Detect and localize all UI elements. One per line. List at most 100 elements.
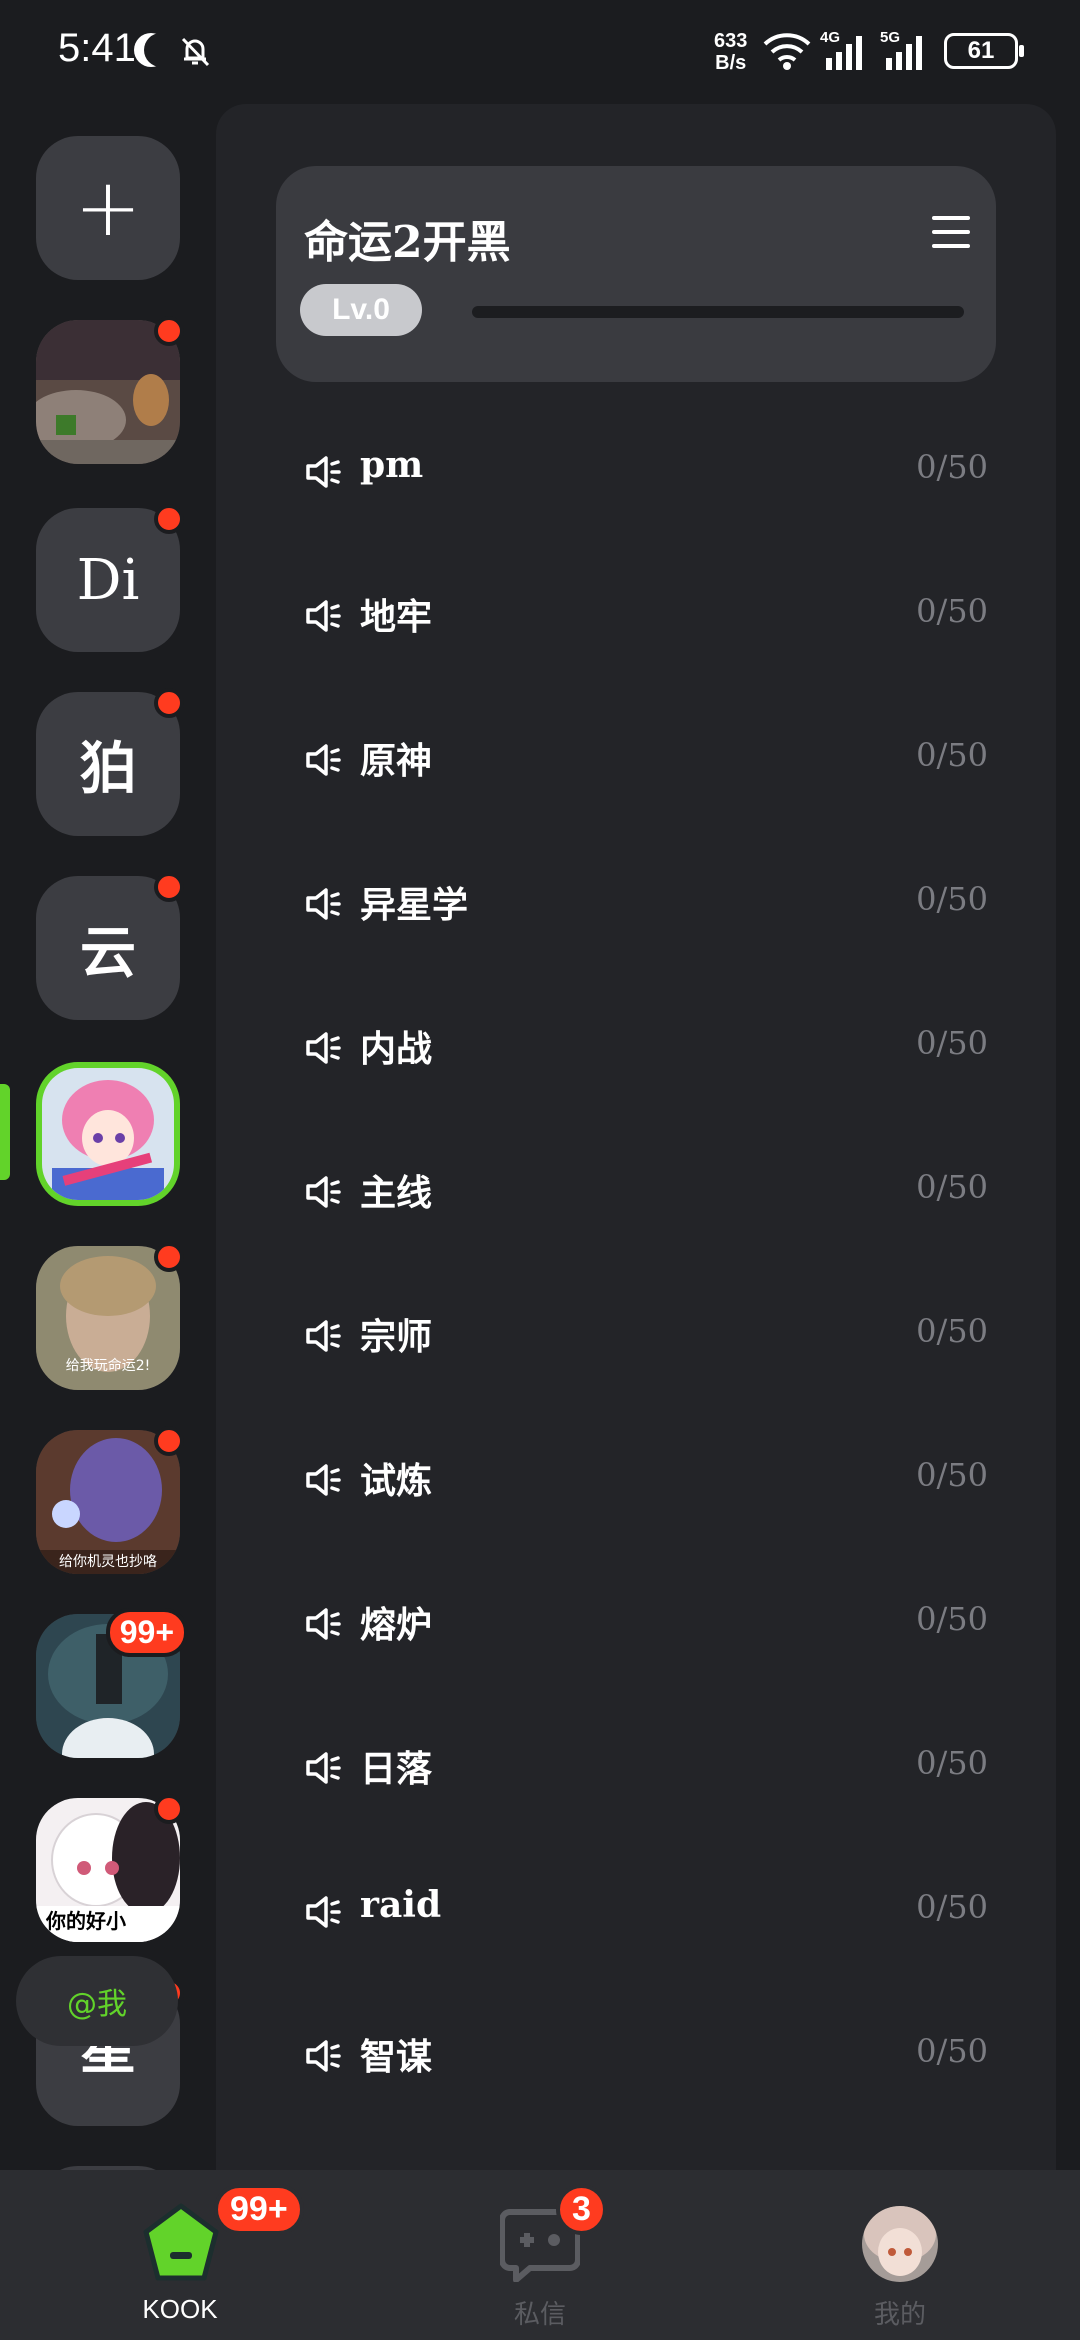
server-icon-anime-meme[interactable]: 你的好小	[36, 1794, 184, 1942]
bottom-nav: 99+ KOOK 3 私信 我的	[0, 2170, 1080, 2340]
channel-name: 智谋	[360, 2036, 433, 2078]
unread-dot	[154, 1242, 184, 1272]
net-4g-label: 4G	[820, 29, 840, 46]
unread-dot	[154, 1794, 184, 1824]
channel-name: 日落	[360, 1748, 433, 1790]
server-icon-game-character[interactable]: 给你机灵也抄咯	[36, 1426, 184, 1574]
net-speed: 633 B/s	[714, 30, 747, 74]
channel-user-count: 0/50	[916, 1024, 988, 1062]
battery-icon: 61	[944, 33, 1024, 69]
server-icon-yun[interactable]: 云	[36, 872, 184, 1020]
user-avatar-icon	[862, 2206, 938, 2282]
speaker-icon	[306, 600, 341, 632]
channel-user-count: 0/50	[916, 1600, 988, 1638]
channel-user-count: 0/50	[916, 1312, 988, 1350]
voice-channel-row[interactable]: 熔炉 0/50	[216, 1580, 1056, 1670]
speaker-icon	[306, 1608, 341, 1640]
nav-kook-label: KOOK	[142, 2294, 218, 2324]
channel-name: 熔炉	[360, 1604, 433, 1646]
net-speed-value: 633	[714, 30, 748, 52]
speaker-icon	[306, 2040, 341, 2072]
status-time: 5:41	[58, 26, 136, 70]
server-caption: 你的好小	[45, 1909, 126, 1933]
unread-dot	[154, 688, 184, 718]
voice-channel-row[interactable]: 日落 0/50	[216, 1724, 1056, 1814]
speaker-icon	[306, 1032, 341, 1064]
status-bar: 5:41 633 B/s 4G 5G 61	[0, 0, 1080, 100]
guild-level-badge: Lv.0	[300, 284, 422, 336]
channel-user-count: 0/50	[916, 880, 988, 918]
speaker-icon	[306, 888, 341, 920]
speaker-icon	[306, 456, 341, 488]
voice-channel-row[interactable]: 地牢 0/50	[216, 572, 1056, 662]
channel-name: pm	[360, 444, 424, 486]
signal-5g-icon: 5G	[880, 29, 922, 70]
server-icon-active[interactable]	[36, 1062, 180, 1206]
unread-dot	[154, 316, 184, 346]
server-icon-ju[interactable]: 狛	[36, 688, 184, 836]
battery-level: 61	[967, 37, 995, 64]
voice-channel-row[interactable]: 内战 0/50	[216, 1004, 1056, 1094]
server-icon-dark-scene[interactable]: 99+	[36, 1608, 188, 1758]
server-label: 狛	[80, 735, 136, 802]
add-server-button[interactable]: +	[36, 136, 180, 280]
channel-name: 试炼	[360, 1460, 433, 1502]
kook-badge: 99+	[214, 2184, 304, 2235]
voice-channel-row[interactable]: 异星学 0/50	[216, 860, 1056, 950]
channel-user-count: 0/50	[916, 448, 988, 486]
bell-muted-icon	[181, 37, 210, 67]
guild-header-card[interactable]: 命运2开黑 Lv.0	[276, 166, 996, 382]
channel-name: 原神	[360, 740, 433, 782]
channel-name: 内战	[360, 1028, 433, 1070]
nav-messages[interactable]: 3 私信	[420, 2170, 660, 2340]
server-label: Di	[76, 547, 140, 613]
channel-user-count: 0/50	[916, 592, 988, 630]
net-speed-unit: B/s	[715, 52, 747, 74]
speaker-icon	[306, 1176, 341, 1208]
unread-count-badge: 99+	[105, 1608, 188, 1657]
server-icon-meme[interactable]: 给我玩命运2!	[36, 1242, 184, 1390]
unread-dot	[154, 872, 184, 902]
moon-icon	[144, 33, 178, 67]
plus-icon: +	[74, 161, 142, 254]
server-label: 云	[80, 919, 136, 986]
voice-channel-row[interactable]: pm 0/50	[216, 428, 1056, 518]
unread-dot	[154, 1426, 184, 1456]
channel-name: 异星学	[360, 884, 469, 926]
active-server-indicator	[0, 1084, 10, 1180]
voice-channel-row[interactable]: 主线 0/50	[216, 1148, 1056, 1238]
nav-me-label: 我的	[873, 2300, 926, 2330]
voice-channel-row[interactable]: 智谋 0/50	[216, 2012, 1056, 2102]
mention-me-button[interactable]: @我	[16, 1956, 178, 2046]
channel-name: 主线	[360, 1172, 433, 1214]
channel-user-count: 0/50	[916, 1456, 988, 1494]
kook-logo-icon	[143, 2203, 219, 2281]
speaker-icon	[306, 744, 341, 776]
speaker-icon	[306, 1752, 341, 1784]
net-5g-label: 5G	[880, 29, 900, 46]
speaker-icon	[306, 1896, 341, 1928]
channel-name: 地牢	[360, 596, 433, 638]
server-icon-di[interactable]: Di	[36, 504, 184, 652]
speaker-icon	[306, 1464, 341, 1496]
channel-name: 宗师	[360, 1316, 433, 1358]
voice-channel-row[interactable]: 宗师 0/50	[216, 1292, 1056, 1382]
guild-name: 命运2开黑	[304, 217, 511, 268]
server-rail: + Di 狛 云 给我玩命运2! 给你机灵也抄咯 99+ 你的好小 星	[0, 100, 216, 2170]
menu-icon[interactable]	[932, 216, 970, 250]
anime-girl-avatar-icon	[42, 1068, 174, 1200]
channel-panel: 命运2开黑 Lv.0 pm 0/50 地牢 0/50 原神 0/50 异星学 0/50 内战 0/…	[216, 104, 1056, 2170]
voice-channel-row[interactable]: 原神 0/50	[216, 716, 1056, 806]
speaker-icon	[306, 1320, 341, 1352]
channel-user-count: 0/50	[916, 1744, 988, 1782]
server-icon-wildlife[interactable]	[36, 316, 184, 464]
nav-kook[interactable]: 99+ KOOK	[60, 2170, 304, 2340]
voice-channel-row[interactable]: 试炼 0/50	[216, 1436, 1056, 1526]
channel-user-count: 0/50	[916, 2032, 988, 2070]
signal-4g-icon: 4G	[820, 29, 862, 70]
channel-user-count: 0/50	[916, 1888, 988, 1926]
voice-channel-row[interactable]: raid 0/50	[216, 1868, 1056, 1958]
server-caption: 给我玩命运2!	[66, 1357, 151, 1374]
nav-me[interactable]: 我的	[780, 2170, 1020, 2340]
wifi-icon	[763, 33, 811, 70]
